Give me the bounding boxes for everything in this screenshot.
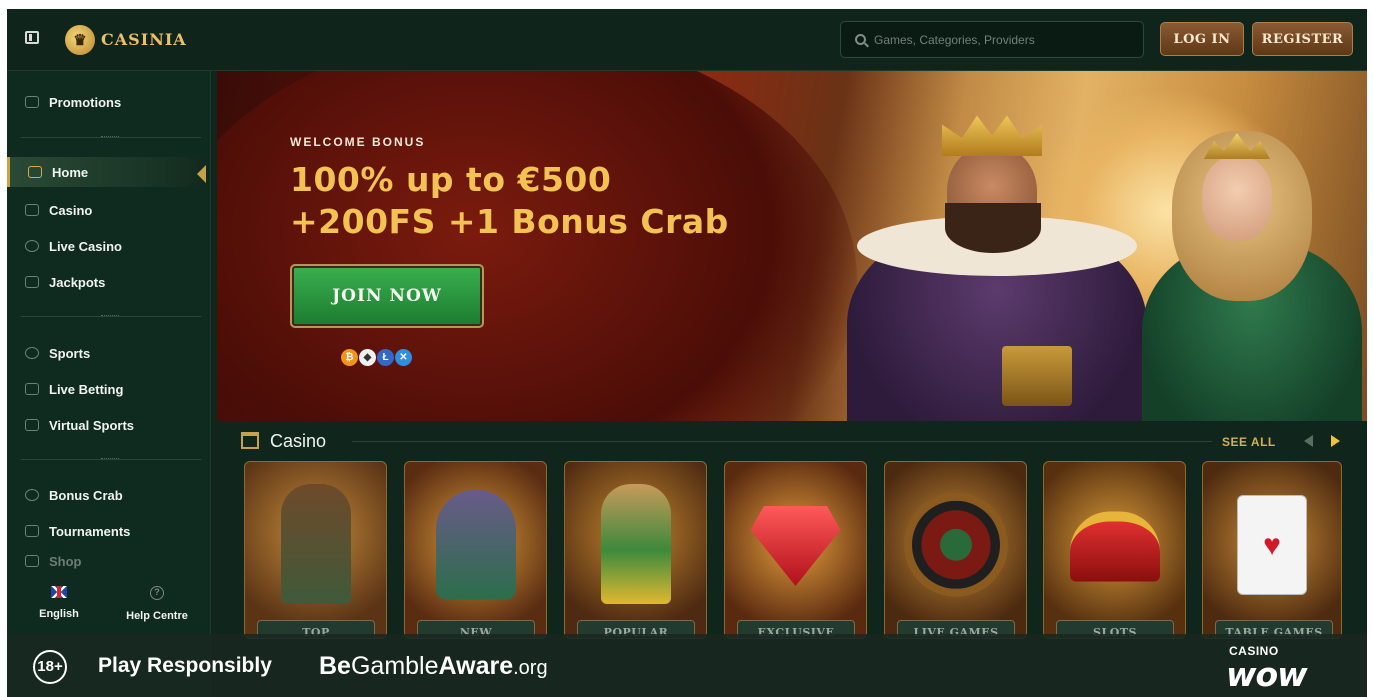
hero-title-line1: 100% up to €500 — [290, 160, 612, 199]
help-icon: ? — [150, 586, 164, 600]
search-bar[interactable] — [840, 21, 1144, 58]
category-tile-top[interactable]: TOP — [244, 461, 387, 639]
responsible-gambling-bar: 18+ Play Responsibly BeGambleAware.org C… — [7, 634, 1367, 697]
king-character-image — [827, 111, 1167, 421]
play-responsibly-text: Play Responsibly — [98, 654, 272, 677]
adventurer-image — [280, 484, 351, 604]
category-tile-popular[interactable]: POPULAR — [564, 461, 707, 639]
help-centre-link[interactable]: ? Help Centre — [107, 578, 207, 622]
sidebar-item-label: Live Casino — [49, 238, 122, 254]
sidebar-item-home[interactable]: Home — [7, 157, 207, 187]
sidebar-item-live-betting[interactable]: Live Betting — [7, 374, 207, 404]
category-tile-table-games[interactable]: ♥ TABLE GAMES — [1202, 461, 1342, 639]
language-label: English — [39, 608, 79, 620]
category-tile-new[interactable]: NEW — [404, 461, 547, 639]
red-cape-background — [217, 71, 857, 421]
crown-fruits-image — [1069, 511, 1160, 582]
sidebar-item-label: Casino — [49, 202, 93, 218]
crypto-icons: ₿ ◆ Ł ✕ — [341, 349, 412, 366]
collapse-arrow-icon[interactable] — [197, 165, 206, 183]
casino-icon — [25, 204, 39, 216]
hero-title-line2: +200FS +1 Bonus Crab — [290, 202, 729, 241]
casinia-logo-icon[interactable]: ♛ — [65, 25, 95, 55]
shop-icon — [25, 555, 39, 567]
queen-character-image — [1122, 111, 1362, 421]
section-divider — [352, 441, 1212, 442]
logo-text[interactable]: CASINIA — [101, 30, 187, 49]
sidebar-item-live-casino[interactable]: Live Casino — [7, 231, 207, 261]
seven-icon — [25, 276, 39, 288]
sidebar-item-label: Promotions — [49, 94, 122, 110]
begambleaware-logo[interactable]: BeGambleAware.org — [319, 652, 548, 681]
prev-arrow-icon[interactable] — [1304, 435, 1313, 447]
begambleaware-aware: Aware — [438, 652, 514, 680]
sidebar-item-casino[interactable]: Casino — [7, 195, 207, 225]
roulette-wheel-image — [903, 492, 1008, 597]
litecoin-icon: Ł — [377, 349, 394, 366]
category-tile-live-games[interactable]: LIVE GAMES — [884, 461, 1027, 639]
help-label: Help Centre — [126, 610, 188, 622]
sidebar-item-shop[interactable]: Shop — [7, 552, 207, 570]
hero-title: 100% up to €500 +200FS +1 Bonus Crab — [290, 159, 729, 243]
sidebar-divider — [21, 458, 201, 460]
crab-icon — [25, 489, 39, 501]
sidebar-item-label: Virtual Sports — [49, 417, 135, 433]
casinowow-logo-bottom: wow — [1226, 655, 1308, 694]
playing-cards-image: ♥ — [1237, 495, 1307, 595]
live-betting-icon — [25, 383, 39, 395]
sidebar-item-label: Tournaments — [49, 523, 131, 539]
sidebar-item-virtual-sports[interactable]: Virtual Sports — [7, 410, 207, 440]
ripple-icon: ✕ — [395, 349, 412, 366]
category-tile-slots[interactable]: SLOTS — [1043, 461, 1186, 639]
sidebar-item-promotions[interactable]: Promotions — [7, 87, 207, 117]
ethereum-icon: ◆ — [359, 349, 376, 366]
sidebar-toggle-icon[interactable] — [25, 31, 39, 44]
uk-flag-icon — [51, 586, 67, 598]
sidebar-item-label: Live Betting — [49, 381, 124, 397]
sidebar-item-tournaments[interactable]: Tournaments — [7, 516, 207, 546]
sidebar-footer: English ? Help Centre — [7, 578, 211, 642]
login-button[interactable]: LOG IN — [1160, 22, 1244, 56]
trophy-icon — [25, 525, 39, 537]
sidebar-item-label: Bonus Crab — [49, 487, 123, 503]
sidebar-divider — [21, 136, 201, 138]
magician-image — [435, 489, 516, 600]
roulette-icon — [25, 240, 39, 252]
casino-section-header: Casino SEE ALL — [217, 421, 1367, 461]
join-now-button[interactable]: JOIN NOW — [290, 264, 484, 328]
sidebar: Promotions Home Casino Live Casino Jackp… — [7, 71, 211, 697]
search-icon — [855, 34, 866, 45]
sidebar-item-label: Jackpots — [49, 274, 106, 290]
see-all-link[interactable]: SEE ALL — [1222, 435, 1276, 449]
register-button[interactable]: REGISTER — [1252, 22, 1353, 56]
gamepad-icon — [25, 419, 39, 431]
sidebar-item-label: Sports — [49, 345, 91, 361]
begambleaware-gamble: Gamble — [350, 652, 439, 680]
next-arrow-icon[interactable] — [1331, 435, 1340, 447]
section-title: Casino — [270, 431, 327, 451]
language-selector[interactable]: English — [9, 578, 109, 620]
sidebar-item-sports[interactable]: Sports — [7, 338, 207, 368]
fisherman-image — [600, 484, 671, 604]
begambleaware-be: Be — [319, 652, 351, 680]
category-tile-exclusive[interactable]: EXCLUSIVE — [724, 461, 867, 639]
begambleaware-org: .org — [513, 657, 548, 679]
app-window: ♛ CASINIA LOG IN REGISTER Promotions Hom… — [7, 9, 1367, 697]
sidebar-item-jackpots[interactable]: Jackpots — [7, 267, 207, 297]
age-18-badge: 18+ — [33, 650, 67, 684]
bitcoin-icon: ₿ — [341, 349, 358, 366]
sidebar-item-label: Home — [52, 164, 89, 180]
sidebar-divider — [21, 315, 201, 317]
hero-subtitle: WELCOME BONUS — [290, 135, 426, 149]
sidebar-item-bonus-crab[interactable]: Bonus Crab — [7, 480, 207, 510]
sidebar-item-label: Shop — [49, 553, 82, 569]
casino-icon — [241, 432, 259, 449]
soccer-ball-icon — [25, 347, 39, 359]
gift-icon — [25, 96, 39, 108]
home-icon — [28, 166, 42, 178]
search-input[interactable] — [874, 32, 1124, 47]
ruby-gem-image — [750, 506, 841, 586]
top-header: ♛ CASINIA LOG IN REGISTER — [7, 9, 1367, 71]
welcome-bonus-banner[interactable]: WELCOME BONUS 100% up to €500 +200FS +1 … — [217, 71, 1367, 421]
